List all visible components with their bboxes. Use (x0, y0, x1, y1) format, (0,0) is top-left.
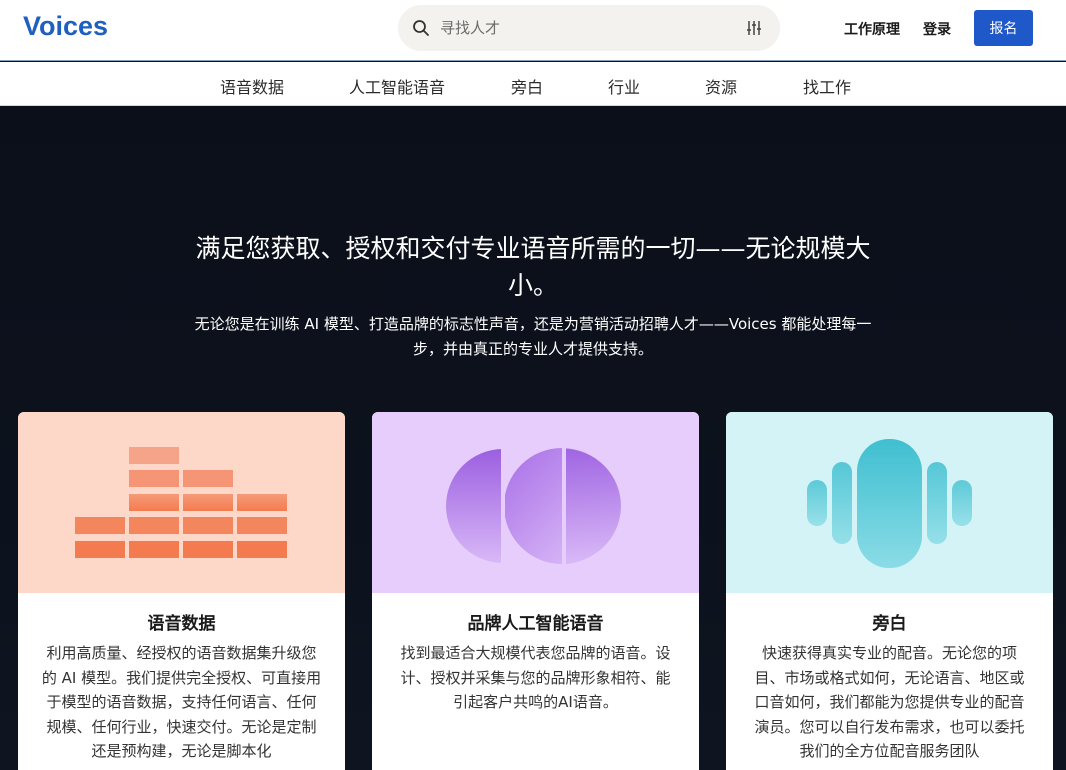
voice-over-illustration (726, 412, 1053, 593)
tab-industries[interactable]: 行业 (608, 74, 640, 98)
how-it-works-link[interactable]: 工作原理 (844, 19, 900, 39)
card-branded-ai-voice[interactable]: 品牌人工智能语音 找到最适合大规模代表您品牌的语音。设计、授权并采集与您的品牌形… (372, 412, 699, 770)
search-icon (413, 20, 429, 36)
login-link[interactable]: 登录 (923, 19, 951, 39)
hero-subtitle: 无论您是在训练 AI 模型、打造品牌的标志性声音，还是为营销活动招聘人才——Vo… (194, 315, 872, 358)
tab-ai-voice[interactable]: 人工智能语音 (349, 74, 445, 98)
card-description: 快速获得真实专业的配音。无论您的项目、市场或格式如何，无论语言、地区或口音如何，… (754, 644, 1025, 760)
card-title: 语音数据 (147, 614, 216, 634)
search-input[interactable] (440, 14, 730, 42)
search-bar[interactable] (398, 5, 780, 51)
tab-voice-over[interactable]: 旁白 (511, 74, 543, 98)
card-voice-data[interactable]: 语音数据 利用高质量、经授权的语音数据集升级您的 AI 模型。我们提供完全授权、… (18, 412, 345, 770)
filter-sliders-icon[interactable] (746, 20, 762, 36)
top-header: Voices 工作原理 登录 报名 (0, 0, 1066, 61)
split-circles-icon (446, 448, 621, 564)
category-nav: 语音数据 人工智能语音 旁白 行业 资源 找工作 (0, 62, 1066, 106)
branded-voice-illustration (372, 412, 699, 593)
card-description: 利用高质量、经授权的语音数据集升级您的 AI 模型。我们提供完全授权、可直接用于… (41, 644, 322, 760)
voices-logo[interactable]: Voices (23, 11, 108, 42)
tab-voice-data[interactable]: 语音数据 (220, 74, 284, 98)
bar-blocks-icon (75, 447, 287, 558)
card-voice-over[interactable]: 旁白 快速获得真实专业的配音。无论您的项目、市场或格式如何，无论语言、地区或口音… (726, 412, 1053, 770)
signup-button[interactable]: 报名 (974, 10, 1033, 46)
card-title: 品牌人工智能语音 (467, 614, 604, 634)
sound-wave-icon (807, 439, 972, 568)
voice-data-illustration (18, 412, 345, 593)
card-description: 找到最适合大规模代表您品牌的语音。设计、授权并采集与您的品牌形象相符、能引起客户… (400, 644, 671, 711)
tab-find-work[interactable]: 找工作 (803, 74, 851, 98)
tab-resources[interactable]: 资源 (705, 74, 737, 98)
card-title: 旁白 (872, 614, 907, 634)
hero-title: 满足您获取、授权和交付专业语音所需的一切——无论规模大小。 (195, 234, 871, 300)
